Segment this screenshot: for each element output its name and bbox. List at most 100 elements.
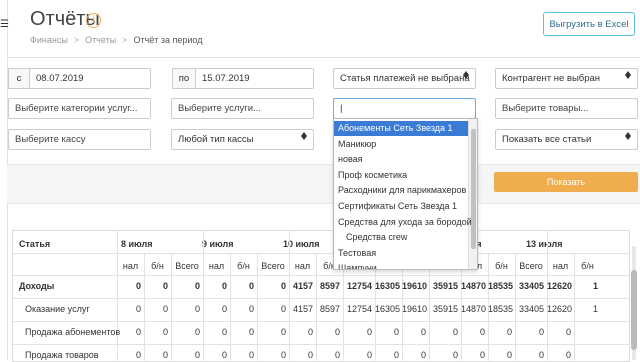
table-cell: 0 bbox=[506, 327, 512, 337]
dropdown-option[interactable]: Расходники для парикмахеров bbox=[334, 183, 468, 198]
sub-header: Всего bbox=[261, 261, 285, 271]
dropdown-option[interactable]: Тестовая bbox=[334, 246, 468, 261]
breadcrumb: Финансы > Отчеты > Отчёт за период bbox=[30, 35, 203, 45]
row-divider bbox=[13, 298, 629, 299]
dropdown-option[interactable]: Средства crew bbox=[334, 230, 468, 245]
col-divider bbox=[289, 231, 290, 361]
day-header: 9 июля bbox=[202, 239, 234, 249]
date-from-input[interactable]: 08.07.2019 bbox=[29, 68, 151, 89]
table-cell: 0 bbox=[248, 327, 254, 337]
table-cell: 12754 bbox=[346, 304, 372, 314]
cashbox-type-value: Любой тип кассы bbox=[178, 134, 254, 145]
table-cell: 0 bbox=[479, 350, 485, 360]
table-cell: 16305 bbox=[375, 304, 401, 314]
table-cell: 0 bbox=[221, 327, 227, 337]
date-to-input[interactable]: 15.07.2019 bbox=[195, 68, 314, 89]
table-cell: 0 bbox=[280, 350, 286, 360]
dropdown-option[interactable]: новая bbox=[334, 152, 468, 167]
services-input[interactable]: Выберите услуги... bbox=[171, 98, 314, 119]
table-cell: 1 bbox=[592, 281, 598, 291]
table-cell: 0 bbox=[393, 350, 399, 360]
table-cell: 0 bbox=[307, 350, 313, 360]
row-divider bbox=[13, 344, 629, 345]
counterparty-select[interactable]: Контрагент не выбран bbox=[495, 68, 638, 89]
header-divider bbox=[7, 57, 640, 58]
breadcrumb-reports[interactable]: Отчеты bbox=[85, 35, 116, 45]
table-cell: 0 bbox=[221, 281, 227, 291]
dropdown-option[interactable]: Абонементы Сеть Звезда 1 bbox=[334, 121, 468, 136]
table-cell: 19610 bbox=[402, 304, 428, 314]
payment-article-select[interactable]: Статья платежей не выбрана bbox=[333, 68, 476, 89]
table-cell: 0 bbox=[538, 327, 544, 337]
cashbox-input[interactable]: Выберите кассу bbox=[8, 129, 151, 150]
table-cell: 33405 bbox=[518, 281, 544, 291]
show-button[interactable]: Показать bbox=[494, 172, 638, 192]
sub-header: нал bbox=[294, 261, 311, 271]
dropdown-option[interactable]: Средства для ухода за бородой bbox=[334, 215, 472, 230]
dropdown-option[interactable]: Сертификаты Сеть Звезда 1 bbox=[334, 199, 468, 214]
table-cell: 0 bbox=[393, 327, 399, 337]
table-cell: 0 bbox=[162, 350, 168, 360]
breadcrumb-finance[interactable]: Финансы bbox=[30, 35, 68, 45]
table-cell: 0 bbox=[162, 327, 168, 337]
table-cell: 0 bbox=[248, 281, 254, 291]
article-header: Статья bbox=[19, 239, 51, 249]
report-table: Статья8 июля9 июля10 июля12 июля13 июлян… bbox=[12, 230, 630, 362]
payment-article-value: Статья платежей не выбрана bbox=[340, 73, 470, 84]
sub-header: Всего bbox=[175, 261, 199, 271]
table-cell: 0 bbox=[135, 304, 141, 314]
dropdown-option[interactable]: Шампуни bbox=[334, 261, 468, 269]
table-cell: 12620 bbox=[547, 304, 573, 314]
dropdown-scroll-thumb[interactable] bbox=[471, 129, 476, 249]
col-divider bbox=[203, 231, 204, 361]
table-cell: 0 bbox=[452, 350, 458, 360]
cashbox-type-select[interactable]: Любой тип кассы bbox=[171, 129, 314, 150]
table-cell: 35915 bbox=[432, 304, 458, 314]
table-cell: 0 bbox=[194, 304, 200, 314]
date-from-label: с bbox=[8, 68, 30, 89]
row-divider bbox=[13, 275, 629, 276]
table-cell: 12754 bbox=[346, 281, 372, 291]
products-input[interactable]: Выберите товары... bbox=[495, 98, 638, 119]
breadcrumb-current: Отчёт за период bbox=[133, 35, 203, 45]
table-cell: 0 bbox=[248, 304, 254, 314]
table-cell: 8597 bbox=[319, 304, 340, 314]
date-to-label: по bbox=[172, 68, 196, 89]
row-label: Продажа товаров bbox=[25, 350, 99, 360]
table-cell: 18535 bbox=[488, 304, 514, 314]
page-scrollbar[interactable] bbox=[630, 246, 638, 360]
product-categories-input[interactable]: | bbox=[333, 98, 476, 119]
table-cell: 0 bbox=[479, 327, 485, 337]
table-cell: 0 bbox=[162, 304, 168, 314]
table-cell: 0 bbox=[307, 327, 313, 337]
table-cell: 0 bbox=[221, 350, 227, 360]
row-label: Продажа абонементов bbox=[25, 327, 121, 337]
service-categories-input[interactable]: Выберите категории услуг... bbox=[8, 98, 151, 119]
table-cell: 0 bbox=[194, 327, 200, 337]
table-cell: 0 bbox=[248, 350, 254, 360]
table-cell: 14870 bbox=[461, 304, 487, 314]
table-cell: 0 bbox=[420, 350, 426, 360]
page-scroll-thumb[interactable] bbox=[631, 270, 637, 350]
table-cell: 35915 bbox=[432, 281, 458, 291]
table-cell: 0 bbox=[334, 350, 340, 360]
sub-header: нал bbox=[208, 261, 225, 271]
menu-icon[interactable]: ☰ bbox=[0, 20, 9, 30]
dropdown-option[interactable]: Проф косметика bbox=[334, 168, 468, 183]
export-excel-button[interactable]: Выгрузить в Excel bbox=[543, 12, 635, 36]
show-articles-select[interactable]: Показать все статьи bbox=[495, 129, 638, 150]
table-cell: 33405 bbox=[518, 304, 544, 314]
sub-header: нал bbox=[552, 261, 569, 271]
sub-header: б/н bbox=[237, 261, 250, 271]
table-cell: 0 bbox=[452, 327, 458, 337]
product-categories-dropdown: Абонементы Сеть Звезда 1 Маникюр новая Проф… bbox=[333, 118, 478, 270]
table-cell: 12620 bbox=[547, 281, 573, 291]
table-cell: 0 bbox=[135, 327, 141, 337]
dropdown-scrollbar[interactable] bbox=[468, 119, 477, 269]
dropdown-option[interactable]: Маникюр bbox=[334, 137, 468, 152]
table-cell: 18535 bbox=[488, 281, 514, 291]
table-cell: 0 bbox=[366, 350, 372, 360]
row-label: Оказание услуг bbox=[25, 304, 90, 314]
info-icon[interactable]: i bbox=[86, 13, 101, 28]
day-header: 13 июля bbox=[526, 239, 563, 249]
